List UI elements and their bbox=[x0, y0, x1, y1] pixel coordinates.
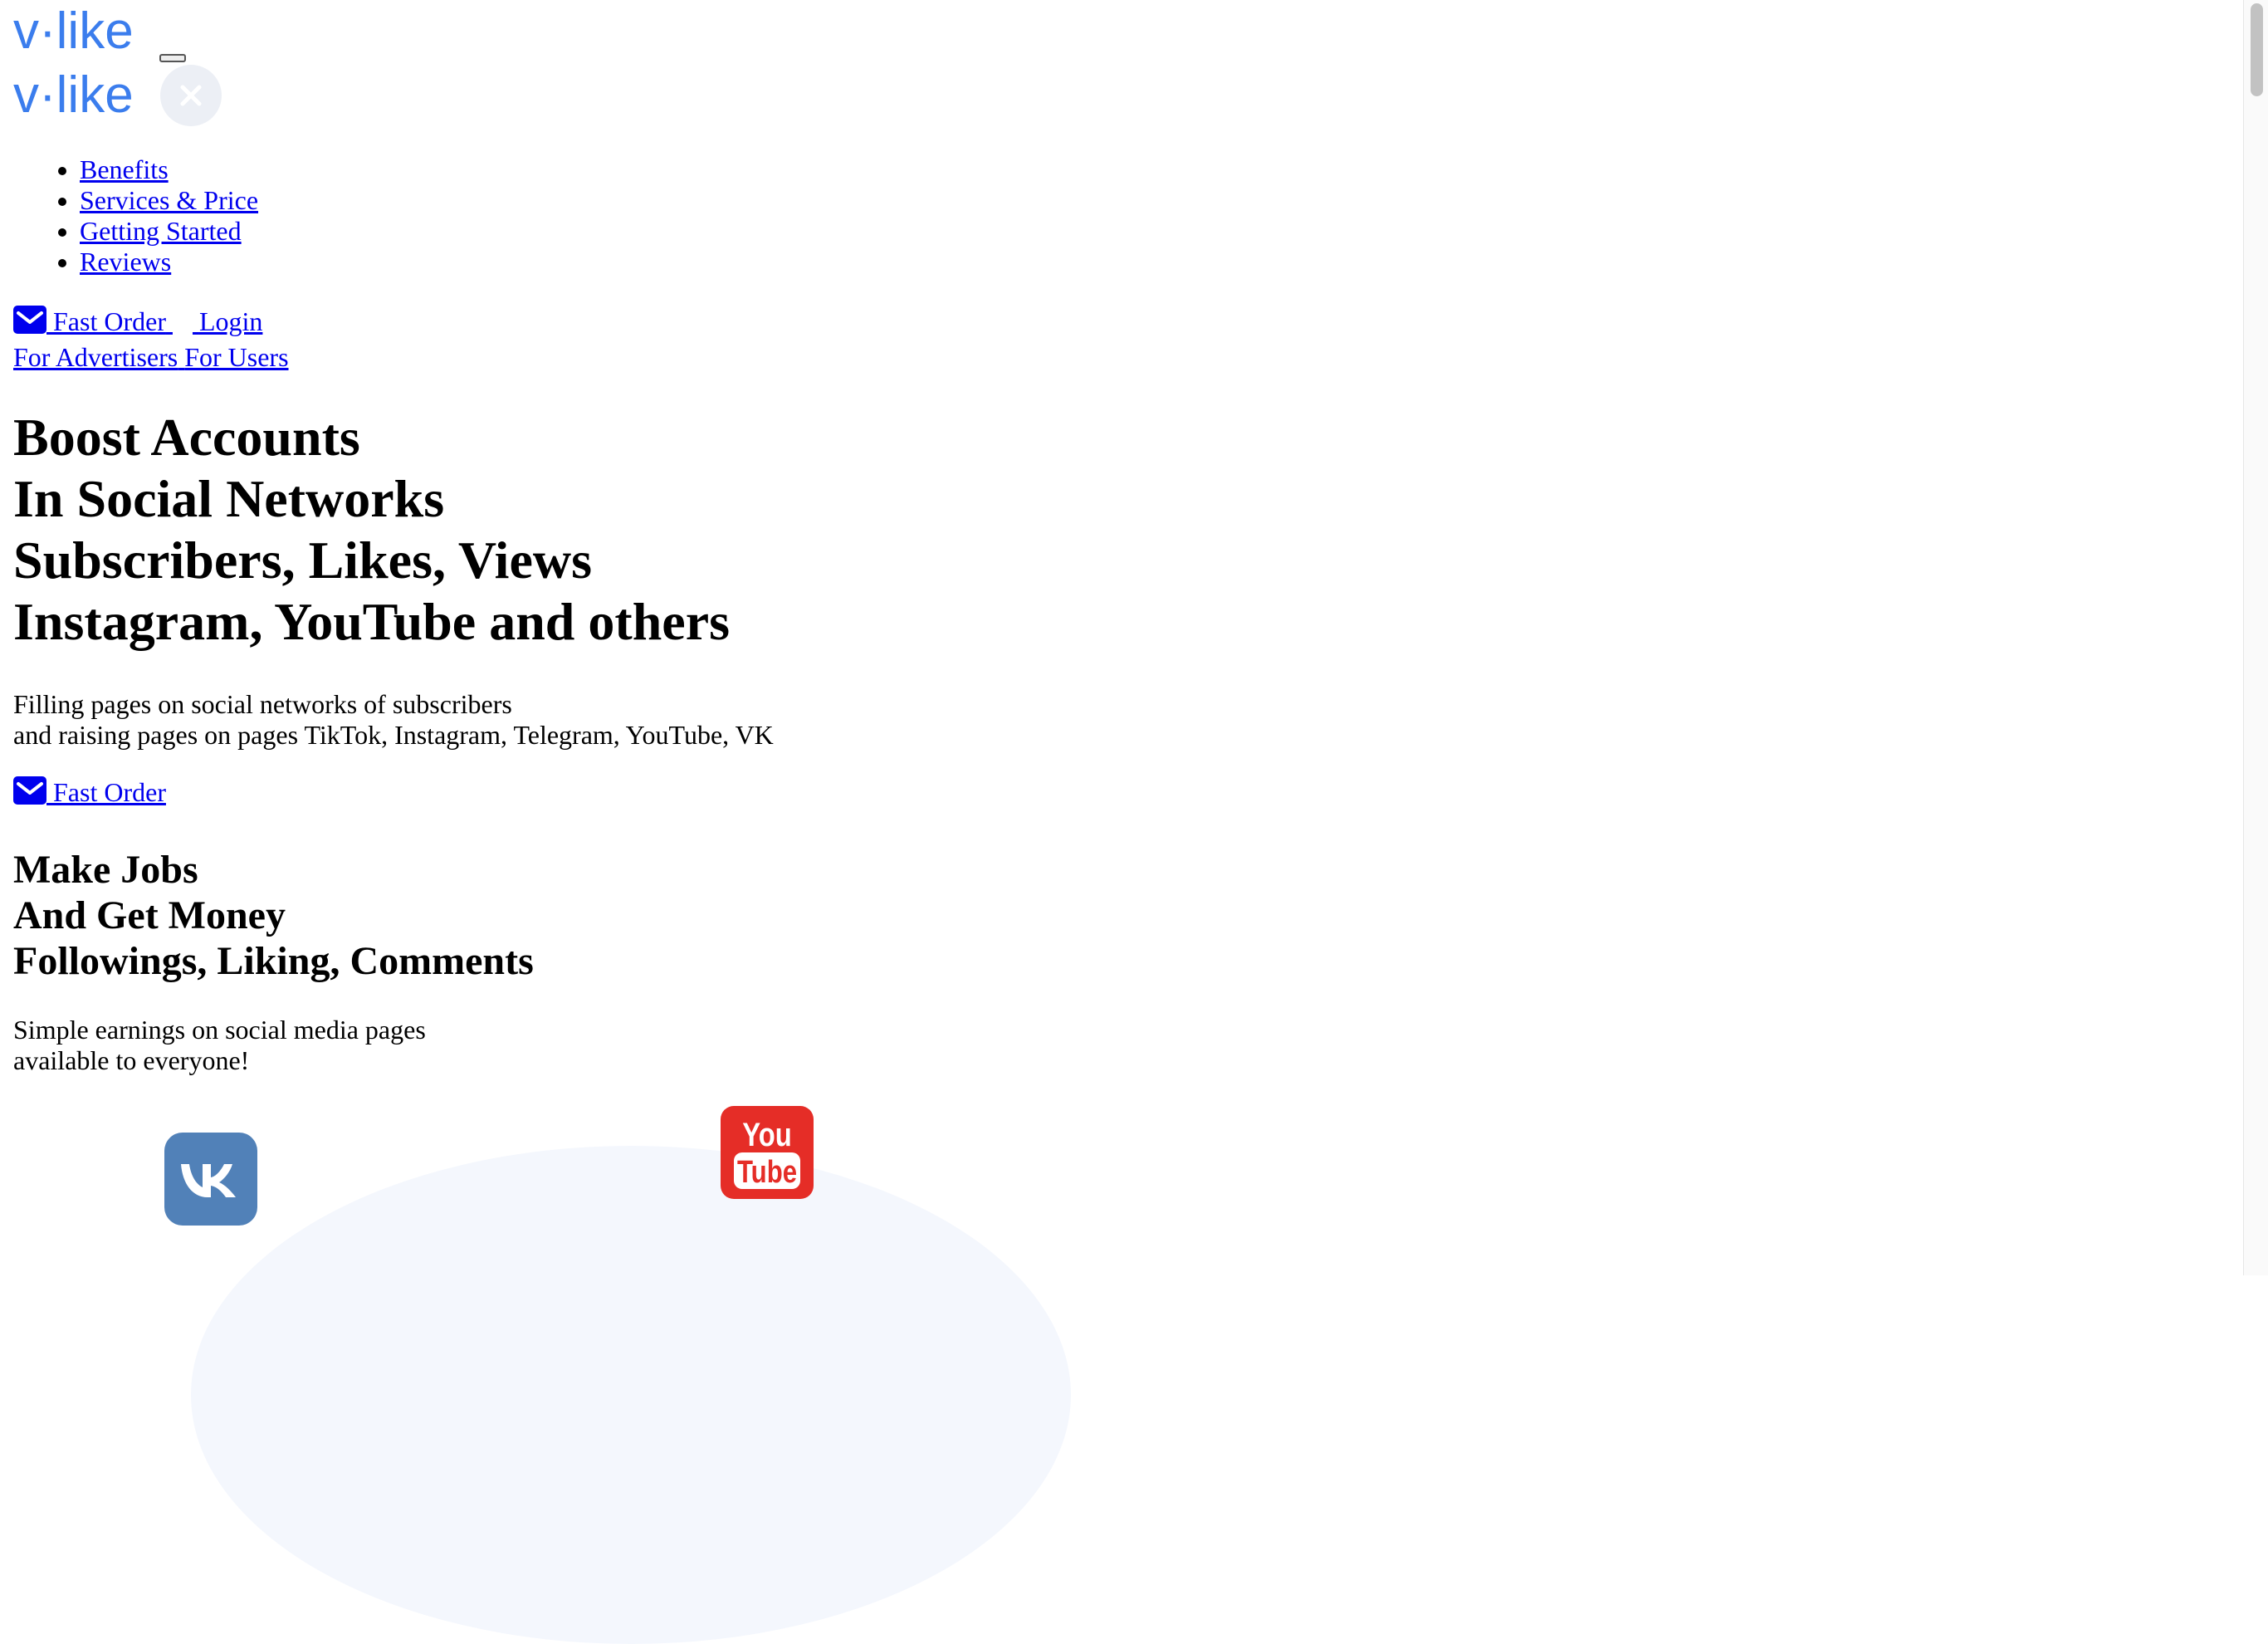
logo-link[interactable]: v·like bbox=[13, 10, 156, 58]
fast-order-label: Fast Order bbox=[53, 306, 166, 336]
vk-logo-icon bbox=[181, 1164, 236, 1197]
for-advertisers-link[interactable]: For Advertisers For Users bbox=[13, 342, 289, 372]
youtube-logo-icon: You Tube bbox=[734, 1116, 800, 1190]
hero-title: Boost Accounts In Social Networks Subscr… bbox=[13, 407, 730, 653]
nav-item-services: Services & Price bbox=[80, 185, 258, 216]
vlike-logo-icon: v·like bbox=[13, 74, 134, 122]
hero-line: In Social Networks bbox=[13, 469, 445, 528]
hero-description-line: and raising pages on pages TikTok, Insta… bbox=[13, 720, 774, 750]
audience-switch: For Advertisers For Users bbox=[13, 342, 289, 373]
nav-link-getting-started[interactable]: Getting Started bbox=[80, 216, 242, 246]
menu-toggle-button[interactable] bbox=[159, 54, 186, 62]
logo-link-menu[interactable]: v·like bbox=[13, 74, 156, 122]
nav-link-reviews[interactable]: Reviews bbox=[80, 247, 171, 276]
earn-description-line: available to everyone! bbox=[13, 1045, 250, 1075]
svg-text:v·like: v·like bbox=[13, 74, 134, 122]
earn-line: And Get Money bbox=[13, 893, 286, 937]
hero-line: Subscribers, Likes, Views bbox=[13, 531, 592, 590]
earn-line: Make Jobs bbox=[13, 848, 198, 892]
svg-text:Tube: Tube bbox=[737, 1155, 797, 1190]
fast-order-button[interactable]: Fast Order bbox=[13, 306, 173, 336]
login-label: Login bbox=[198, 306, 263, 336]
for-users-label: For Users bbox=[184, 342, 289, 372]
hero-line: Boost Accounts bbox=[13, 408, 360, 467]
fast-order-cta-label: Fast Order bbox=[53, 777, 166, 807]
close-menu-button[interactable] bbox=[160, 65, 222, 126]
vk-icon bbox=[164, 1133, 257, 1226]
earn-description-line: Simple earnings on social media pages bbox=[13, 1015, 426, 1045]
header-actions: Fast Order Login bbox=[13, 306, 262, 337]
svg-text:You: You bbox=[742, 1116, 791, 1153]
login-link[interactable]: Login bbox=[193, 306, 262, 336]
scrollbar-thumb[interactable] bbox=[2251, 3, 2263, 96]
hero-line: Instagram, YouTube and others bbox=[13, 592, 730, 651]
nav-item-reviews: Reviews bbox=[80, 247, 258, 277]
earn-description: Simple earnings on social media pages av… bbox=[13, 1015, 426, 1076]
earn-line: Followings, Liking, Comments bbox=[13, 939, 534, 983]
nav-link-services-price[interactable]: Services & Price bbox=[80, 185, 258, 215]
fast-order-cta-button[interactable]: Fast Order bbox=[13, 776, 166, 807]
hero-description: Filling pages on social networks of subs… bbox=[13, 689, 774, 751]
hero-cta: Fast Order bbox=[13, 776, 166, 808]
nav-item-getting-started: Getting Started bbox=[80, 216, 258, 247]
svg-text:v·like: v·like bbox=[13, 10, 134, 58]
for-advertisers-label: For Advertisers bbox=[13, 342, 178, 372]
decorative-background-shape bbox=[191, 1146, 1071, 1644]
youtube-icon: You Tube bbox=[721, 1106, 814, 1199]
main-nav: Benefits Services & Price Getting Starte… bbox=[0, 154, 258, 277]
close-icon bbox=[180, 85, 202, 106]
hero-description-line: Filling pages on social networks of subs… bbox=[13, 689, 512, 719]
vlike-logo-icon: v·like bbox=[13, 10, 134, 58]
earn-title: Make Jobs And Get Money Followings, Liki… bbox=[13, 847, 534, 984]
nav-item-benefits: Benefits bbox=[80, 154, 258, 185]
nav-link-benefits[interactable]: Benefits bbox=[80, 154, 169, 184]
page-scrollbar[interactable] bbox=[2243, 0, 2268, 1275]
mail-icon bbox=[13, 306, 46, 334]
mail-icon bbox=[13, 776, 46, 805]
